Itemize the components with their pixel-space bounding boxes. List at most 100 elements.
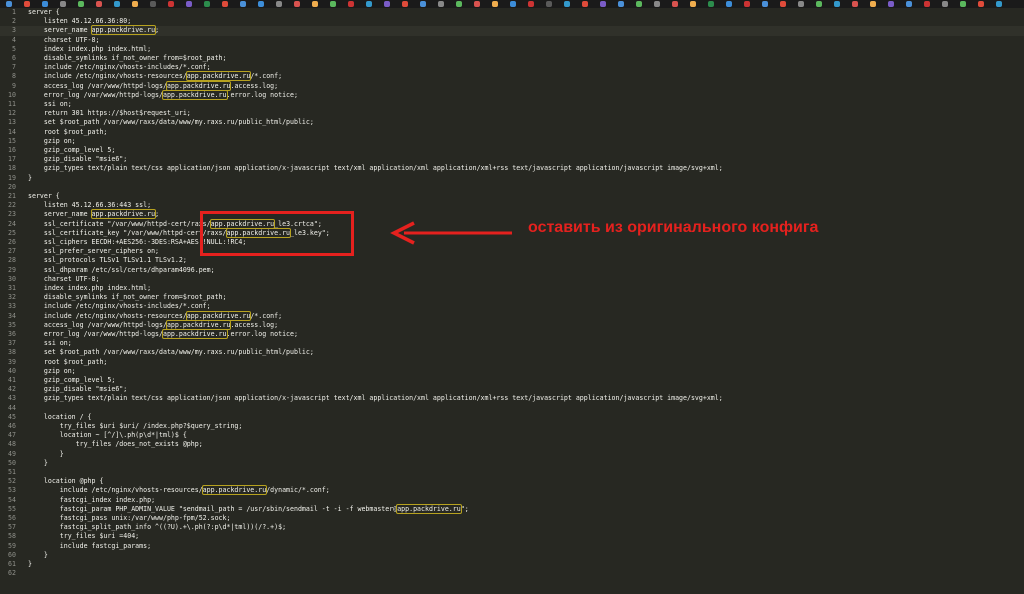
code-line[interactable]: 34 include /etc/nginx/vhosts-resources/a…: [0, 310, 1024, 321]
code-line[interactable]: 27 ssl_prefer_server_ciphers on;: [0, 247, 1024, 256]
browser-tab-icon[interactable]: [258, 1, 264, 7]
code-line[interactable]: 8 include /etc/nginx/vhosts-resources/ap…: [0, 71, 1024, 82]
code-line[interactable]: 45 location / {: [0, 413, 1024, 422]
browser-tab-icon[interactable]: [474, 1, 480, 7]
code-line[interactable]: 59 include fastcgi_params;: [0, 542, 1024, 551]
browser-tab-icon[interactable]: [654, 1, 660, 7]
code-line[interactable]: 12 return 301 https://$host$request_uri;: [0, 109, 1024, 118]
browser-tab-icon[interactable]: [384, 1, 390, 7]
browser-tab-icon[interactable]: [276, 1, 282, 7]
code-line[interactable]: 43 gzip_types text/plain text/css applic…: [0, 394, 1024, 403]
code-line[interactable]: 51: [0, 468, 1024, 477]
browser-tab-icon[interactable]: [24, 1, 30, 7]
browser-tab-icon[interactable]: [366, 1, 372, 7]
browser-tab-icon[interactable]: [582, 1, 588, 7]
code-line[interactable]: 46 try_files $uri $uri/ /index.php?$quer…: [0, 422, 1024, 431]
browser-tab-icon[interactable]: [744, 1, 750, 7]
code-line[interactable]: 3 server_name app.packdrive.ru;: [0, 25, 1024, 36]
browser-tab-icon[interactable]: [942, 1, 948, 7]
browser-tab-icon[interactable]: [528, 1, 534, 7]
browser-tab-icon[interactable]: [780, 1, 786, 7]
browser-tab-icon[interactable]: [204, 1, 210, 7]
code-line[interactable]: 19}: [0, 174, 1024, 183]
browser-tab-icon[interactable]: [924, 1, 930, 7]
code-line[interactable]: 39 root $root_path;: [0, 358, 1024, 367]
code-line[interactable]: 2 listen 45.12.66.36:80;: [0, 17, 1024, 26]
code-line[interactable]: 17 gzip_disable "msie6";: [0, 155, 1024, 164]
browser-tab-icon[interactable]: [816, 1, 822, 7]
code-line[interactable]: 13 set $root_path /var/www/raxs/data/www…: [0, 118, 1024, 127]
code-line[interactable]: 11 ssi on;: [0, 100, 1024, 109]
browser-tab-icon[interactable]: [78, 1, 84, 7]
browser-tab-icon[interactable]: [546, 1, 552, 7]
browser-tab-icon[interactable]: [978, 1, 984, 7]
browser-tab-icon[interactable]: [762, 1, 768, 7]
browser-tab-icon[interactable]: [96, 1, 102, 7]
browser-tab-icon[interactable]: [294, 1, 300, 7]
browser-tab-icon[interactable]: [132, 1, 138, 7]
browser-tab-icon[interactable]: [708, 1, 714, 7]
code-line[interactable]: 31 index index.php index.html;: [0, 284, 1024, 293]
code-line[interactable]: 47 location ~ [^/]\.ph(p\d*|tml)$ {: [0, 431, 1024, 440]
browser-tab-icon[interactable]: [150, 1, 156, 7]
code-line[interactable]: 33 include /etc/nginx/vhosts-includes/*.…: [0, 302, 1024, 311]
code-line[interactable]: 38 set $root_path /var/www/raxs/data/www…: [0, 348, 1024, 357]
code-line[interactable]: 52 location @php {: [0, 477, 1024, 486]
browser-tab-icon[interactable]: [420, 1, 426, 7]
code-line[interactable]: 7 include /etc/nginx/vhosts-includes/*.c…: [0, 63, 1024, 72]
code-line[interactable]: 49 }: [0, 450, 1024, 459]
browser-tab-icon[interactable]: [798, 1, 804, 7]
code-line[interactable]: 56 fastcgi_pass unix:/var/www/php-fpm/52…: [0, 514, 1024, 523]
browser-tab-icon[interactable]: [618, 1, 624, 7]
browser-tab-icon[interactable]: [564, 1, 570, 7]
code-line[interactable]: 35 access_log /var/www/httpd-logs/app.pa…: [0, 319, 1024, 330]
browser-tab-icon[interactable]: [690, 1, 696, 7]
browser-tab-icon[interactable]: [456, 1, 462, 7]
browser-tab-icon[interactable]: [852, 1, 858, 7]
code-line[interactable]: 4 charset UTF-8;: [0, 36, 1024, 45]
code-line[interactable]: 58 try_files $uri =404;: [0, 532, 1024, 541]
code-line[interactable]: 14 root $root_path;: [0, 128, 1024, 137]
browser-tab-icon[interactable]: [996, 1, 1002, 7]
browser-tab-icon[interactable]: [6, 1, 12, 7]
code-line[interactable]: 18 gzip_types text/plain text/css applic…: [0, 164, 1024, 173]
code-line[interactable]: 60 }: [0, 551, 1024, 560]
browser-tab-icon[interactable]: [636, 1, 642, 7]
code-line[interactable]: 16 gzip_comp_level 5;: [0, 146, 1024, 155]
code-line[interactable]: 32 disable_symlinks if_not_owner from=$r…: [0, 293, 1024, 302]
code-line[interactable]: 1 server {: [0, 8, 1024, 17]
code-line[interactable]: 28 ssl_protocols TLSv1 TLSv1.1 TLSv1.2;: [0, 256, 1024, 265]
code-line[interactable]: 61}: [0, 560, 1024, 569]
code-line[interactable]: 10 error_log /var/www/httpd-logs/app.pac…: [0, 89, 1024, 100]
browser-tab-icon[interactable]: [42, 1, 48, 7]
code-line[interactable]: 40 gzip on;: [0, 367, 1024, 376]
browser-tab-icon[interactable]: [240, 1, 246, 7]
code-line[interactable]: 54 fastcgi_index index.php;: [0, 496, 1024, 505]
code-line[interactable]: 36 error_log /var/www/httpd-logs/app.pac…: [0, 329, 1024, 339]
browser-tab-icon[interactable]: [672, 1, 678, 7]
code-line[interactable]: 37 ssi on;: [0, 339, 1024, 348]
browser-tab-icon[interactable]: [510, 1, 516, 7]
browser-tab-icon[interactable]: [888, 1, 894, 7]
browser-tab-icon[interactable]: [348, 1, 354, 7]
code-line[interactable]: 21 server {: [0, 192, 1024, 201]
browser-tab-icon[interactable]: [726, 1, 732, 7]
browser-tab-icon[interactable]: [168, 1, 174, 7]
code-line[interactable]: 15 gzip on;: [0, 137, 1024, 146]
code-line[interactable]: 30 charset UTF-8;: [0, 275, 1024, 284]
code-line[interactable]: 42 gzip_disable "msie6";: [0, 385, 1024, 394]
code-line[interactable]: 20: [0, 183, 1024, 192]
code-line[interactable]: 41 gzip_comp_level 5;: [0, 376, 1024, 385]
code-line[interactable]: 55 fastcgi_param PHP_ADMIN_VALUE "sendma…: [0, 503, 1024, 514]
code-line[interactable]: 5 index index.php index.html;: [0, 45, 1024, 54]
browser-tab-icon[interactable]: [870, 1, 876, 7]
code-line[interactable]: 6 disable_symlinks if_not_owner from=$ro…: [0, 54, 1024, 63]
browser-tab-icon[interactable]: [186, 1, 192, 7]
browser-tab-icon[interactable]: [60, 1, 66, 7]
code-line[interactable]: 29 ssl_dhparam /etc/ssl/certs/dhparam409…: [0, 266, 1024, 275]
code-line[interactable]: 53 include /etc/nginx/vhosts-resources/a…: [0, 485, 1024, 496]
browser-tab-icon[interactable]: [330, 1, 336, 7]
browser-tab-icon[interactable]: [114, 1, 120, 7]
browser-tab-icon[interactable]: [402, 1, 408, 7]
browser-tab-icon[interactable]: [600, 1, 606, 7]
